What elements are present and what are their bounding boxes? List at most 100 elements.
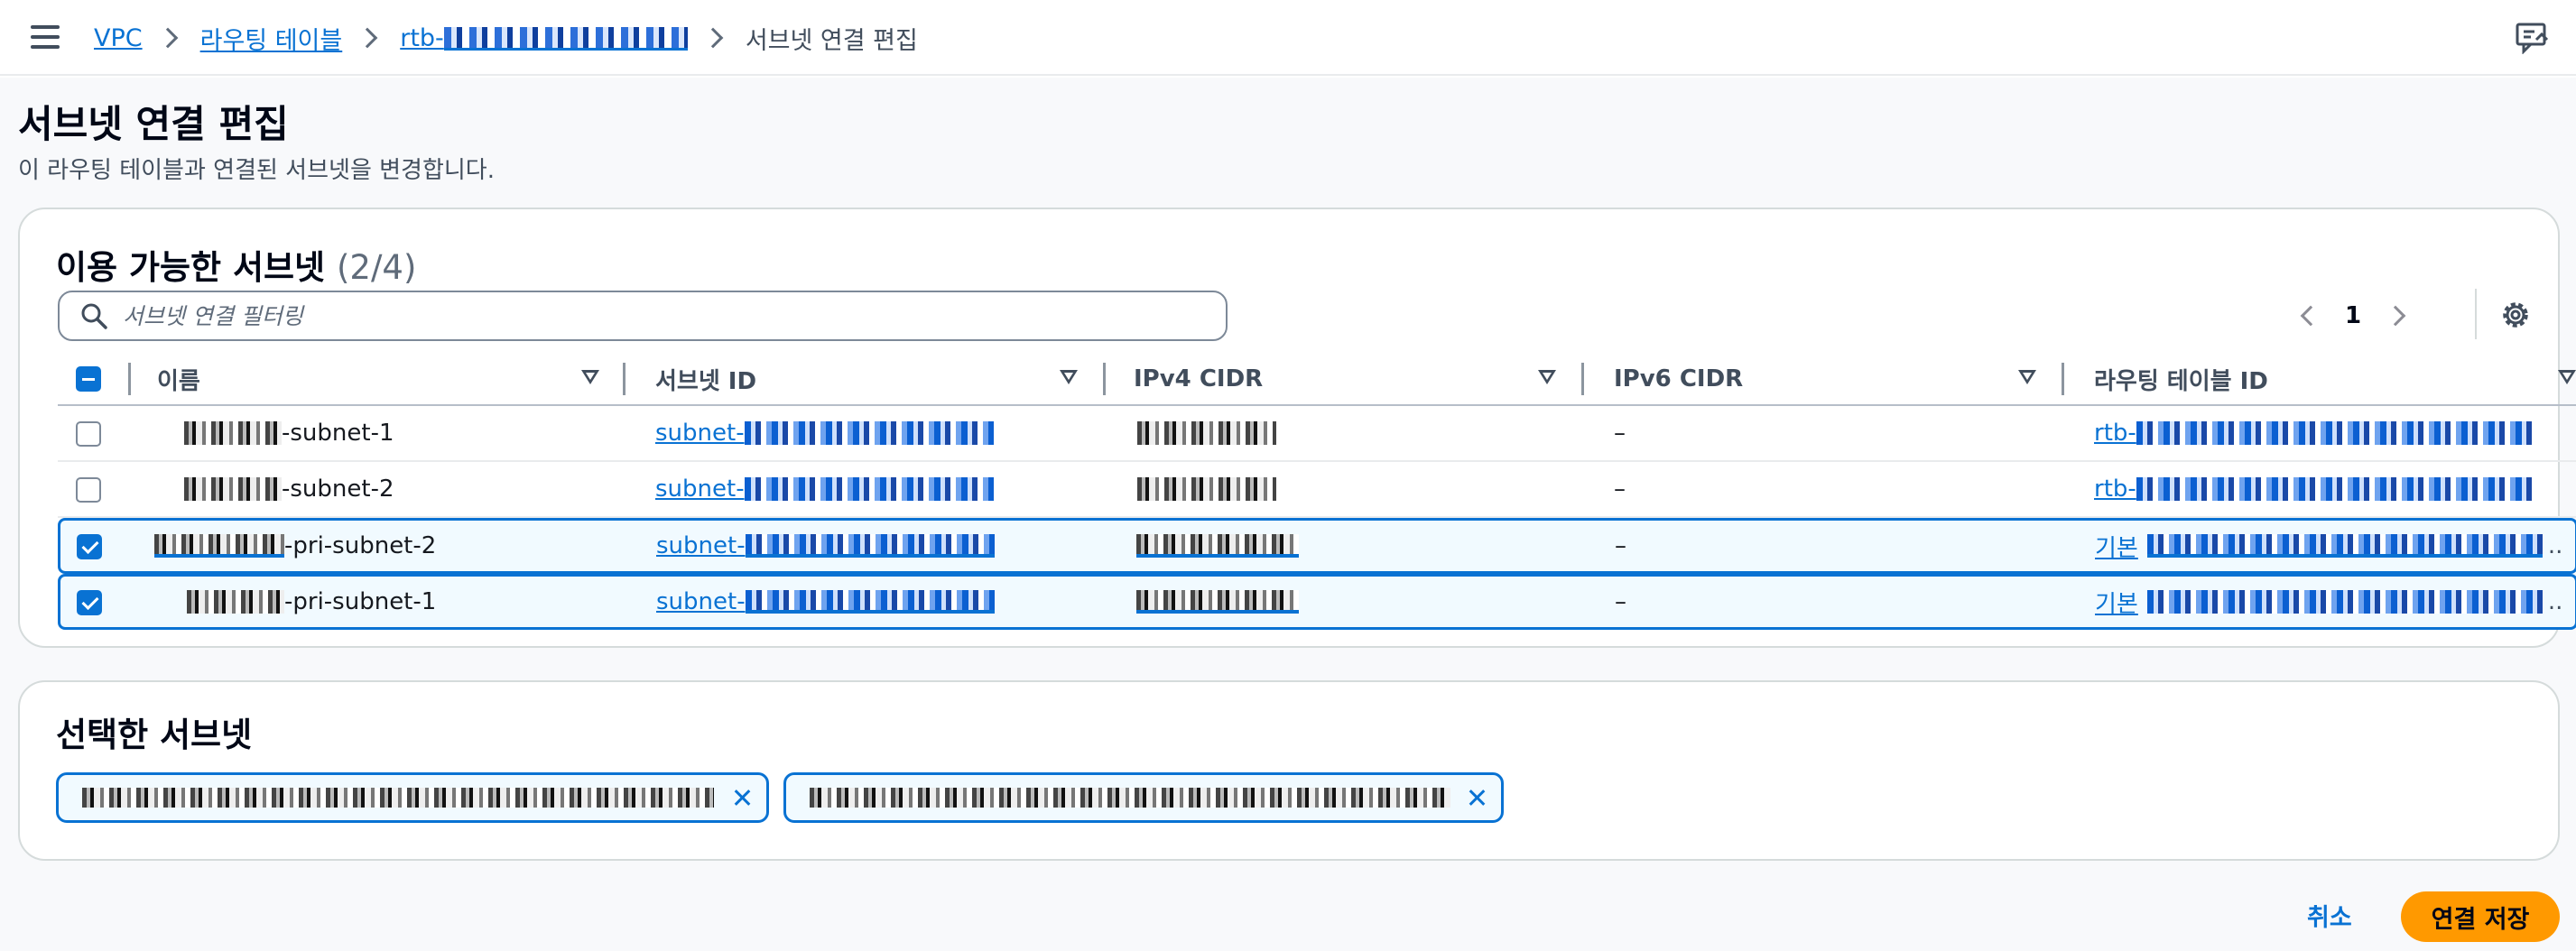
breadcrumb: VPC 라우팅 테이블 rtb- 서브넷 연결 편집: [94, 20, 918, 56]
sort-icon[interactable]: [1060, 370, 1078, 384]
route-table-id[interactable]: rtb-: [2094, 406, 2532, 460]
redacted-route-table-id: [443, 27, 688, 51]
top-navigation-bar: VPC 라우팅 테이블 rtb- 서브넷 연결 편집: [0, 0, 2576, 76]
route-table-id-prefix: rtb-: [400, 23, 444, 52]
selected-subnet-token: [783, 772, 1504, 823]
sort-icon[interactable]: [2018, 370, 2036, 384]
subnet-name: -pri-subnet-1: [187, 577, 436, 627]
redacted-route-table-id: [2146, 534, 2543, 558]
breadcrumb-route-table-id[interactable]: rtb-: [400, 24, 688, 52]
divider: [2475, 289, 2477, 339]
redacted-subnet-id: [745, 590, 995, 614]
subnet-id-link[interactable]: subnet-: [655, 476, 745, 503]
subnet-id-link[interactable]: subnet-: [656, 588, 746, 615]
column-header-name[interactable]: 이름: [157, 352, 200, 406]
redacted-name-prefix: [184, 477, 282, 501]
chevron-right-icon: [357, 27, 378, 49]
breadcrumb-vpc[interactable]: VPC: [94, 24, 143, 52]
subnet-name: -subnet-1: [184, 406, 394, 460]
breadcrumb-current: 서브넷 연결 편집: [745, 26, 918, 55]
menu-icon[interactable]: [31, 25, 60, 49]
breadcrumb-route-tables[interactable]: 라우팅 테이블: [200, 21, 343, 56]
ipv4-cidr: [1136, 577, 1299, 627]
table-header: 이름 서브넷 ID IPv4 CIDR IPv6 CIDR 라우팅 테이블 ID: [58, 352, 2576, 406]
column-header-ipv4-cidr[interactable]: IPv4 CIDR: [1134, 352, 1263, 406]
subnet-id-link[interactable]: subnet-: [656, 532, 746, 559]
selection-count: (2/4): [336, 248, 417, 287]
sort-icon[interactable]: [2558, 370, 2576, 384]
column-divider[interactable]: [1103, 363, 1106, 395]
chevron-right-icon: [157, 27, 178, 49]
redacted-route-table-id: [2136, 421, 2532, 445]
page-number[interactable]: 1: [2345, 302, 2361, 329]
chevron-left-icon[interactable]: [2300, 305, 2321, 327]
route-table-id-link[interactable]: rtb-: [2094, 476, 2136, 503]
subnet-id-link[interactable]: subnet-: [655, 420, 745, 447]
column-divider[interactable]: [2062, 363, 2064, 395]
sort-icon[interactable]: [1538, 370, 1556, 384]
select-all-checkbox[interactable]: [76, 366, 101, 392]
page-title: 서브넷 연결 편집: [18, 102, 289, 146]
column-divider[interactable]: [623, 363, 625, 395]
ipv6-cidr: –: [1614, 476, 1626, 503]
subnet-name-suffix: -pri-subnet-2: [284, 532, 437, 559]
page-description: 이 라우팅 테이블과 연결된 서브넷을 변경합니다.: [18, 157, 495, 184]
row-checkbox[interactable]: [76, 421, 101, 447]
sort-icon[interactable]: [581, 370, 599, 384]
route-table-id-link[interactable]: 기본: [2095, 586, 2138, 619]
redacted-ipv4-cidr: [1136, 590, 1299, 614]
chevron-right-icon[interactable]: [2385, 305, 2406, 327]
row-checkbox-checked[interactable]: [77, 534, 102, 559]
redacted-name-prefix: [187, 590, 284, 614]
column-header-route-table-id[interactable]: 라우팅 테이블 ID: [2094, 352, 2268, 406]
route-table-id[interactable]: rtb-: [2094, 462, 2532, 516]
ipv4-cidr: [1137, 462, 1276, 516]
row-checkbox[interactable]: [76, 477, 101, 503]
cancel-button[interactable]: 취소: [2294, 891, 2365, 938]
redacted-token-label: [82, 788, 714, 808]
column-divider[interactable]: [1581, 363, 1584, 395]
table-row-selected[interactable]: -pri-subnet-2 subnet- – 기본..: [58, 518, 2576, 574]
route-table-id[interactable]: 기본..: [2095, 577, 2562, 627]
column-header-subnet-id[interactable]: 서브넷 ID: [655, 352, 756, 406]
subnet-name: -subnet-2: [184, 462, 394, 516]
table-row[interactable]: -subnet-1 subnet- – rtb-: [58, 406, 2576, 462]
subnet-id[interactable]: subnet-: [655, 406, 994, 460]
available-subnets-title: 이용 가능한 서브넷 (2/4): [56, 240, 416, 289]
subnet-filter-input[interactable]: [123, 302, 1188, 329]
redacted-token-label: [810, 788, 1450, 808]
truncation-ellipsis: ..: [2547, 532, 2563, 559]
redacted-route-table-id: [2146, 590, 2543, 614]
subnet-filter[interactable]: [58, 291, 1228, 341]
route-table-id-link[interactable]: rtb-: [2094, 420, 2136, 447]
redacted-name-prefix: [184, 421, 282, 445]
column-divider: [128, 363, 131, 395]
subnet-id[interactable]: subnet-: [655, 462, 994, 516]
row-checkbox-checked[interactable]: [77, 590, 102, 615]
subnet-name-suffix: -subnet-2: [282, 476, 394, 503]
settings-gear-icon[interactable]: [2497, 296, 2534, 334]
ipv4-cidr: [1136, 521, 1299, 571]
subnet-id[interactable]: subnet-: [656, 577, 995, 627]
search-icon: [81, 303, 107, 329]
ipv6-cidr: –: [1615, 532, 1626, 559]
close-icon[interactable]: [1467, 788, 1487, 808]
column-header-ipv6-cidr[interactable]: IPv6 CIDR: [1614, 352, 1743, 406]
ipv6-cidr: –: [1614, 420, 1626, 447]
close-icon[interactable]: [732, 788, 752, 808]
redacted-subnet-id: [745, 534, 995, 558]
feedback-icon[interactable]: [2515, 22, 2549, 54]
subnet-id[interactable]: subnet-: [656, 521, 995, 571]
save-associations-button[interactable]: 연결 저장: [2401, 891, 2560, 942]
route-table-id-link[interactable]: 기본: [2095, 530, 2138, 563]
redacted-subnet-id: [744, 421, 994, 445]
redacted-route-table-id: [2136, 477, 2532, 501]
main-content: 서브넷 연결 편집 이 라우팅 테이블과 연결된 서브넷을 변경합니다. 이용 …: [0, 78, 2576, 951]
redacted-subnet-id: [744, 477, 994, 501]
route-table-id[interactable]: 기본..: [2095, 521, 2562, 571]
available-subnets-panel: 이용 가능한 서브넷 (2/4) 1 이름: [18, 208, 2576, 648]
table-row[interactable]: -subnet-2 subnet- – rtb-: [58, 462, 2576, 518]
table-row-selected[interactable]: -pri-subnet-1 subnet- – 기본..: [58, 574, 2576, 630]
selected-subnets-panel: 선택한 서브넷: [18, 680, 2560, 861]
available-subnets-title-text: 이용 가능한 서브넷: [56, 248, 326, 287]
